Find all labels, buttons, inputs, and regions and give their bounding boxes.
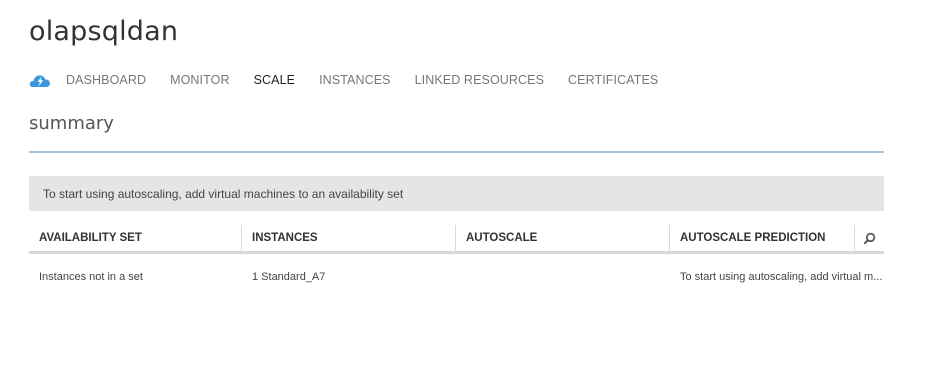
table-header: AVAILABILITY SET INSTANCES AUTOSCALE AUT… bbox=[29, 225, 884, 254]
page-title: olapsqldan bbox=[29, 16, 179, 47]
cloud-service-icon[interactable] bbox=[29, 72, 51, 88]
table-row[interactable]: Instances not in a set 1 Standard_A7 To … bbox=[29, 254, 884, 300]
search-icon[interactable] bbox=[855, 225, 884, 251]
availability-set-cell: Instances not in a set bbox=[39, 271, 143, 283]
autoscale-notice: To start using autoscaling, add virtual … bbox=[29, 176, 884, 211]
scale-page: olapsqldan DASHBOARD MONITOR SCALE INSTA… bbox=[0, 0, 945, 369]
column-header-autoscale[interactable]: AUTOSCALE bbox=[456, 225, 670, 251]
tab-linked-resources[interactable]: LINKED RESOURCES bbox=[415, 73, 544, 87]
tab-bar: DASHBOARD MONITOR SCALE INSTANCES LINKED… bbox=[29, 69, 682, 91]
autoscale-prediction-cell: To start using autoscaling, add virtual … bbox=[680, 271, 883, 283]
tab-certificates[interactable]: CERTIFICATES bbox=[568, 73, 658, 87]
tab-monitor[interactable]: MONITOR bbox=[170, 73, 230, 87]
availability-set-table: AVAILABILITY SET INSTANCES AUTOSCALE AUT… bbox=[29, 225, 884, 300]
tab-instances[interactable]: INSTANCES bbox=[319, 73, 391, 87]
tab-scale[interactable]: SCALE bbox=[254, 73, 296, 87]
tab-dashboard[interactable]: DASHBOARD bbox=[66, 73, 146, 87]
section-divider bbox=[29, 151, 884, 153]
section-heading: summary bbox=[29, 113, 114, 134]
instances-cell: 1 Standard_A7 bbox=[252, 271, 326, 283]
column-header-availability-set[interactable]: AVAILABILITY SET bbox=[29, 225, 242, 251]
column-header-instances[interactable]: INSTANCES bbox=[242, 225, 456, 251]
column-header-autoscale-prediction[interactable]: AUTOSCALE PREDICTION bbox=[670, 225, 855, 251]
notice-text: To start using autoscaling, add virtual … bbox=[43, 186, 404, 201]
